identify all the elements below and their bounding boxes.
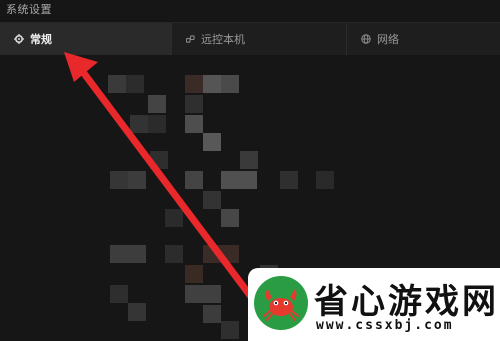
settings-tabs: 常规 远控本机 网络	[0, 22, 500, 56]
link-icon	[186, 34, 195, 44]
watermark-badge: 省心游戏网 www.cssxbj.com	[248, 268, 500, 341]
watermark-brand: 省心游戏网	[314, 282, 499, 322]
tab-remote-control[interactable]: 远控本机	[172, 23, 347, 55]
watermark-url: www.cssxbj.com	[316, 318, 454, 333]
tab-remote-control-label: 远控本机	[201, 33, 245, 46]
tab-general[interactable]: 常规	[0, 23, 172, 55]
tab-network[interactable]: 网络	[347, 23, 500, 55]
tab-network-label: 网络	[377, 33, 399, 46]
window-title: 系统设置	[6, 3, 52, 16]
title-bar: 系统设置	[0, 0, 500, 20]
gear-icon	[14, 34, 24, 44]
tab-general-label: 常规	[30, 33, 52, 46]
globe-icon	[361, 34, 371, 44]
crab-logo-icon	[254, 276, 308, 330]
